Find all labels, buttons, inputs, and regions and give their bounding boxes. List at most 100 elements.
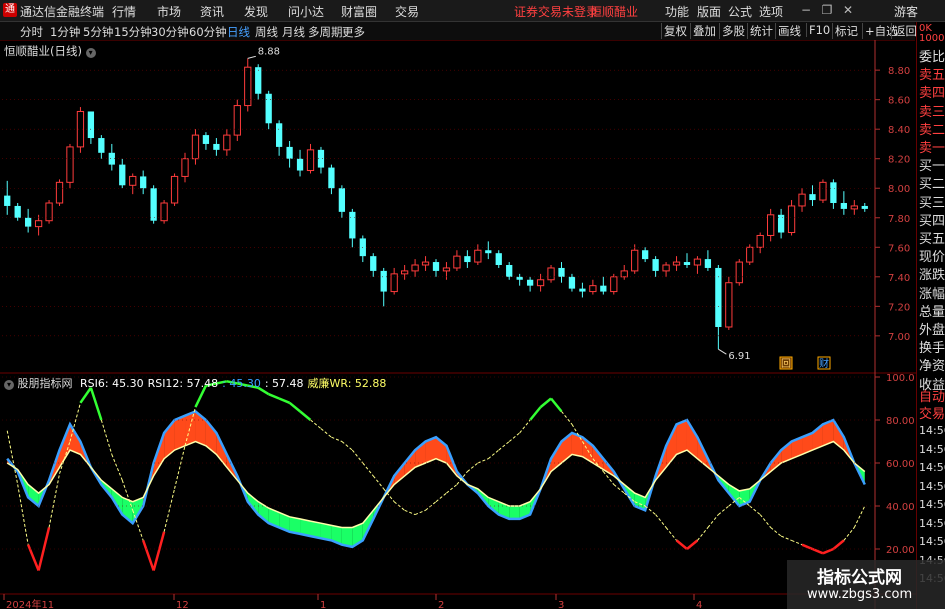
panel-row-0[interactable]: 委比: [919, 46, 945, 65]
candle-body: [223, 134, 231, 151]
menu-item-6[interactable]: 交易: [395, 3, 419, 20]
candle-body: [87, 111, 95, 139]
tool-button-8[interactable]: 返回: [891, 23, 919, 39]
candle-body: [338, 188, 346, 212]
period-tab-7[interactable]: 周线: [255, 24, 278, 40]
wr-segment: [686, 539, 699, 550]
panel-row-1[interactable]: 卖五: [919, 64, 945, 83]
price-panel-title-text: 恒顺醋业(日线): [4, 44, 82, 58]
x-tick-label: 4: [696, 600, 702, 609]
menu-item-3[interactable]: 发现: [244, 3, 268, 20]
period-tab-5[interactable]: 60分钟: [189, 24, 227, 40]
wr-segment: [791, 539, 803, 546]
candle-body: [662, 264, 670, 272]
period-tab-8[interactable]: 月线: [282, 24, 305, 40]
period-toolbar: 分时 1分钟 5分钟 15分钟 30分钟 60分钟 日线 周线 月线 多周期 更多 复权 叠加 多股 统计…: [0, 22, 917, 41]
restore-icon[interactable]: ❐: [818, 2, 836, 18]
candle-body: [516, 276, 523, 280]
chart-area[interactable]: 8.88 6.91 回 财 8.80 8.60 8.40 8.20 8.00 7.80 7.60 7…: [0, 40, 916, 609]
panel-row-11[interactable]: 现价: [919, 246, 945, 265]
tool-button-0[interactable]: 复权: [661, 23, 689, 39]
indicator-value-2: : 45.30: [222, 377, 261, 390]
menu-item-5[interactable]: 财富圈: [341, 3, 377, 20]
panel-row-4[interactable]: 卖二: [919, 119, 945, 138]
wr-segment: [446, 484, 458, 494]
tool-button-3[interactable]: 统计: [747, 23, 775, 39]
price-tick-label: 7.00: [888, 332, 910, 343]
candle-body: [579, 288, 586, 292]
menu-item-0[interactable]: 行情: [112, 3, 136, 20]
candle-body: [474, 249, 482, 263]
price-tick-label: 7.20: [888, 302, 910, 313]
period-tab-2[interactable]: 5分钟: [83, 24, 113, 40]
period-tab-9[interactable]: 多周期: [308, 24, 343, 40]
panel-row-8[interactable]: 买三: [919, 192, 945, 211]
candle-body: [620, 270, 628, 278]
chart-grid: [0, 40, 916, 609]
period-tab-3[interactable]: 15分钟: [114, 24, 152, 40]
indicator-tick-label: 100.0: [886, 373, 915, 384]
period-tab-1[interactable]: 1分钟: [50, 24, 80, 40]
x-tick-label: 3: [558, 600, 564, 609]
candle-body: [756, 234, 764, 248]
panel-row-2[interactable]: 卖四: [919, 82, 945, 101]
close-icon[interactable]: ✕: [839, 2, 857, 18]
menu-item-1[interactable]: 市场: [157, 3, 181, 20]
panel-row-3[interactable]: 卖三: [919, 101, 945, 120]
panel-row-5[interactable]: 卖一: [919, 137, 945, 156]
candle-body: [370, 256, 377, 271]
period-tab-6[interactable]: 日线: [227, 24, 250, 40]
indicator-settings-icon[interactable]: ▾: [4, 380, 14, 390]
candle-body: [255, 67, 262, 94]
panel-row-9[interactable]: 买四: [919, 210, 945, 229]
candle-body: [55, 181, 64, 204]
wr-segment: [393, 501, 405, 511]
price-tick-label: 8.40: [888, 125, 910, 136]
panel-row-15[interactable]: 外盘: [919, 319, 945, 338]
right-menu-item-0[interactable]: 功能: [665, 3, 689, 20]
period-tab-0[interactable]: 分时: [20, 24, 43, 40]
panel-row-12[interactable]: 涨跌: [919, 264, 945, 283]
panel-row-16[interactable]: 换手: [919, 337, 945, 356]
candle-body: [66, 146, 74, 183]
right-menu-item-3[interactable]: 选项: [759, 3, 783, 20]
candle-body: [526, 279, 534, 286]
right-menu-item-2[interactable]: 公式: [728, 3, 752, 20]
auto-trade-1[interactable]: 交易: [919, 403, 945, 422]
tool-button-4[interactable]: 画线: [775, 23, 803, 39]
indicator-series: [6, 380, 866, 571]
panel-row-13[interactable]: 涨幅: [919, 283, 945, 302]
price-tick-label: 8.80: [888, 66, 910, 77]
candle-body: [652, 259, 659, 271]
minimize-icon[interactable]: −: [797, 2, 815, 18]
login-warning[interactable]: 证券交易未登录: [514, 3, 598, 20]
indicator-name[interactable]: 股朋指标网: [18, 377, 73, 390]
candle-body: [25, 217, 32, 227]
chevron-down-icon[interactable]: ▾: [85, 48, 96, 58]
panel-row-17[interactable]: 净资: [919, 355, 945, 374]
wr-segment: [268, 393, 280, 400]
menu-item-4[interactable]: 问小达: [288, 3, 324, 20]
watermark: 指标公式网 www.zbgs3.com: [787, 560, 945, 609]
candle-body: [400, 270, 409, 275]
tool-button-1[interactable]: 叠加: [690, 23, 718, 39]
tool-button-2[interactable]: 多股: [719, 23, 747, 39]
panel-row-6[interactable]: 买一: [919, 155, 945, 174]
candle-body: [140, 176, 147, 189]
panel-row-14[interactable]: 总量: [919, 301, 945, 320]
price-tick-label: 7.40: [888, 273, 910, 284]
right-menu-item-1[interactable]: 版面: [697, 3, 721, 20]
panel-row-10[interactable]: 买五: [919, 228, 945, 247]
panel-row-7[interactable]: 买二: [919, 173, 945, 192]
stock-badge[interactable]: 恒顺醋业: [590, 3, 638, 20]
candle-body: [547, 267, 555, 281]
tool-button-5[interactable]: F10: [806, 23, 832, 37]
wr-segment: [759, 514, 772, 528]
period-tab-4[interactable]: 30分钟: [151, 24, 189, 40]
candle-body: [495, 253, 502, 265]
candle-body: [170, 175, 179, 204]
period-tab-10[interactable]: 更多: [342, 24, 365, 40]
menu-item-2[interactable]: 资讯: [200, 3, 224, 20]
tool-button-6[interactable]: 标记: [832, 23, 860, 39]
guest-label[interactable]: 游客: [894, 3, 918, 20]
